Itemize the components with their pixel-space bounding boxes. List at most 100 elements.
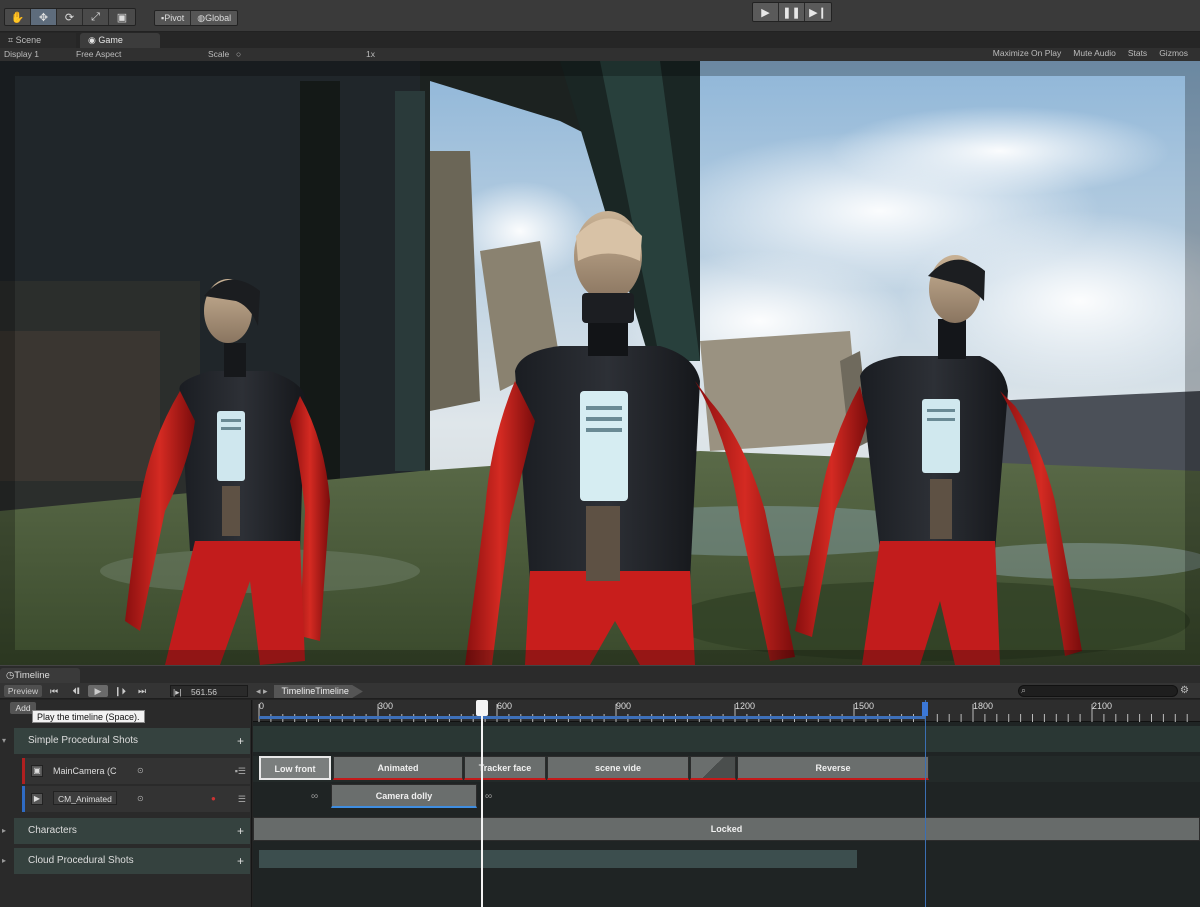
previous-frame-icon[interactable]: ⏴❙ <box>66 685 86 697</box>
track-list: Add Play the timeline (Space). ▾ Simple … <box>0 700 252 907</box>
gear-icon[interactable]: ⚙ <box>1180 685 1189 696</box>
group-simple-procedural-shots[interactable]: ▾ Simple Procedural Shots + <box>2 728 250 754</box>
view-tabs: ⌗ Scene ◉ Game <box>0 32 1200 48</box>
frame-field[interactable]: |▸| 561.56 <box>170 685 248 697</box>
lane-main-camera[interactable]: Low front Animated Tracker face scene vi… <box>253 756 1200 782</box>
fold-icon[interactable]: ▾ <box>2 728 6 754</box>
display-select[interactable]: Display 1 <box>4 49 39 59</box>
transform-tools: ✋ ✥ ⟳ ⤢ ▣ <box>4 8 136 26</box>
add-to-group-icon[interactable]: + <box>237 728 244 754</box>
tick-label: 900 <box>616 701 632 711</box>
pivot-button[interactable]: ▪Pivot <box>155 11 192 25</box>
cinemachine-icon: ▶ <box>31 793 43 805</box>
scale-slider-knob[interactable]: ○ <box>236 49 241 59</box>
clip-blend[interactable] <box>690 756 736 780</box>
clip-locked[interactable]: Locked <box>253 817 1200 841</box>
playhead[interactable] <box>480 700 483 907</box>
lane-cloud[interactable] <box>253 846 1200 872</box>
tab-game[interactable]: ◉ Game <box>80 33 160 48</box>
gizmos-menu[interactable]: Gizmos <box>1159 48 1188 58</box>
group-characters[interactable]: ▸ Characters + <box>2 818 250 844</box>
timeline-controls: Preview ⏮ ⏴❙ ▶ ❙⏵ ⏭ |▸| 561.56 ◂ ▸ Timeli… <box>0 683 1200 699</box>
breadcrumb: ◂ ▸ TimelineTimeline <box>256 685 363 698</box>
move-icon[interactable]: ✥ <box>31 9 57 25</box>
timeline-search-input[interactable]: ⌕ <box>1018 685 1178 697</box>
camera-icon: ▣ <box>31 765 43 777</box>
play-icon[interactable]: ▶ <box>753 3 779 21</box>
fold-icon[interactable]: ▸ <box>2 818 6 844</box>
track-label: MainCamera (C <box>53 766 117 776</box>
breadcrumb-timeline[interactable]: TimelineTimeline <box>273 685 363 698</box>
clip-animated[interactable]: Animated <box>333 756 463 780</box>
scale-value: 1x <box>366 49 375 59</box>
tick-label: 0 <box>259 701 265 711</box>
rotate-icon[interactable]: ⟳ <box>57 9 83 25</box>
group-cloud-procedural-shots[interactable]: ▸ Cloud Procedural Shots + <box>2 848 250 874</box>
ruler-ticks <box>258 704 1188 722</box>
tick-label: 1800 <box>973 701 994 711</box>
clip-scene-vide[interactable]: scene vide <box>547 756 689 780</box>
fold-icon[interactable]: ▸ <box>2 848 6 874</box>
go-to-start-icon[interactable]: ⏮ <box>44 685 64 697</box>
infinity-icon: ∞ <box>485 791 493 802</box>
timeline-titlebar: ◷Timeline <box>0 665 1200 684</box>
tooltip: Play the timeline (Space). <box>32 710 145 723</box>
tick-label: 1500 <box>854 701 875 711</box>
end-marker[interactable] <box>925 700 927 907</box>
stats-toggle[interactable]: Stats <box>1128 48 1147 58</box>
tick-label: 600 <box>497 701 513 711</box>
playhead-handle[interactable] <box>475 700 488 716</box>
game-viewport[interactable] <box>0 61 1200 665</box>
infinity-icon: ∞ <box>311 791 319 802</box>
clip-camera-dolly[interactable]: Camera dolly <box>331 784 477 808</box>
group-label: Simple Procedural Shots <box>28 735 139 746</box>
rect-icon[interactable]: ▣ <box>109 9 135 25</box>
hand-icon[interactable]: ✋ <box>5 9 31 25</box>
time-ruler[interactable]: 0 300 600 900 1200 1500 1800 2100 <box>253 700 1200 722</box>
add-to-group-icon[interactable]: + <box>237 818 244 844</box>
back-arrow-icon[interactable]: ◂ ▸ <box>256 686 268 697</box>
lane-cm-animated[interactable]: ∞ Camera dolly ∞ <box>253 784 1200 810</box>
tab-timeline[interactable]: ◷Timeline <box>0 668 80 684</box>
next-frame-icon[interactable]: ❙⏵ <box>110 685 130 697</box>
game-view-bar: Display 1 Free Aspect Scale ○ 1x Maximiz… <box>0 48 1200 61</box>
tick-label: 1200 <box>735 701 756 711</box>
track-cm-animated[interactable]: ▶ CM_Animated ⊙ ● ☰ <box>22 786 250 812</box>
tab-scene[interactable]: ⌗ Scene <box>0 33 76 48</box>
play-timeline-icon[interactable]: ▶ <box>88 685 108 697</box>
go-to-end-icon[interactable]: ⏭ <box>132 685 152 697</box>
track-menu-icon[interactable]: ▪☰ <box>235 758 246 784</box>
preview-button[interactable]: Preview <box>4 685 42 697</box>
global-button[interactable]: ◍Global <box>191 11 238 25</box>
track-menu-icon[interactable]: ☰ <box>238 786 246 812</box>
maximize-on-play-toggle[interactable]: Maximize On Play <box>993 48 1062 58</box>
clip-tracker-face[interactable]: Tracker face <box>464 756 546 780</box>
timeline-window: ◷Timeline Preview ⏮ ⏴❙ ▶ ❙⏵ ⏭ |▸| 561.56 … <box>0 665 1200 907</box>
track-main-camera[interactable]: ▣ MainCamera (C ⊙ ▪☰ <box>22 758 250 784</box>
clip-reverse[interactable]: Reverse <box>737 756 929 780</box>
end-marker-handle[interactable] <box>922 702 929 716</box>
scale-icon[interactable]: ⤢ <box>83 9 109 25</box>
aspect-select[interactable]: Free Aspect <box>76 49 121 59</box>
main-toolbar: ✋ ✥ ⟳ ⤢ ▣ ▪Pivot ◍Global ▶ ❚❚ ▶❙ <box>0 0 1200 32</box>
group-label: Characters <box>28 825 77 836</box>
search-icon: ⌕ <box>1021 685 1027 695</box>
cloud-group-bar[interactable] <box>259 850 857 868</box>
scene-render <box>0 61 1200 665</box>
group-label: Cloud Procedural Shots <box>28 855 134 866</box>
add-to-group-icon[interactable]: + <box>237 848 244 874</box>
pause-icon[interactable]: ❚❚ <box>779 3 805 21</box>
clip-low-front[interactable]: Low front <box>259 756 331 780</box>
timeline-clip-area[interactable]: 0 300 600 900 1200 1500 1800 2100 Low fr… <box>253 700 1200 907</box>
play-controls: ▶ ❚❚ ▶❙ <box>752 2 832 22</box>
lane-characters[interactable]: Locked <box>253 816 1200 842</box>
target-icon[interactable]: ⊙ <box>137 786 144 812</box>
tick-label: 300 <box>378 701 394 711</box>
record-icon[interactable]: ● <box>211 786 216 812</box>
target-icon[interactable]: ⊙ <box>137 758 144 784</box>
scale-label: Scale <box>208 49 230 59</box>
range-icon: |▸| <box>173 687 182 697</box>
play-range-bar <box>259 716 926 719</box>
step-icon[interactable]: ▶❙ <box>805 3 831 21</box>
mute-audio-toggle[interactable]: Mute Audio <box>1073 48 1116 58</box>
